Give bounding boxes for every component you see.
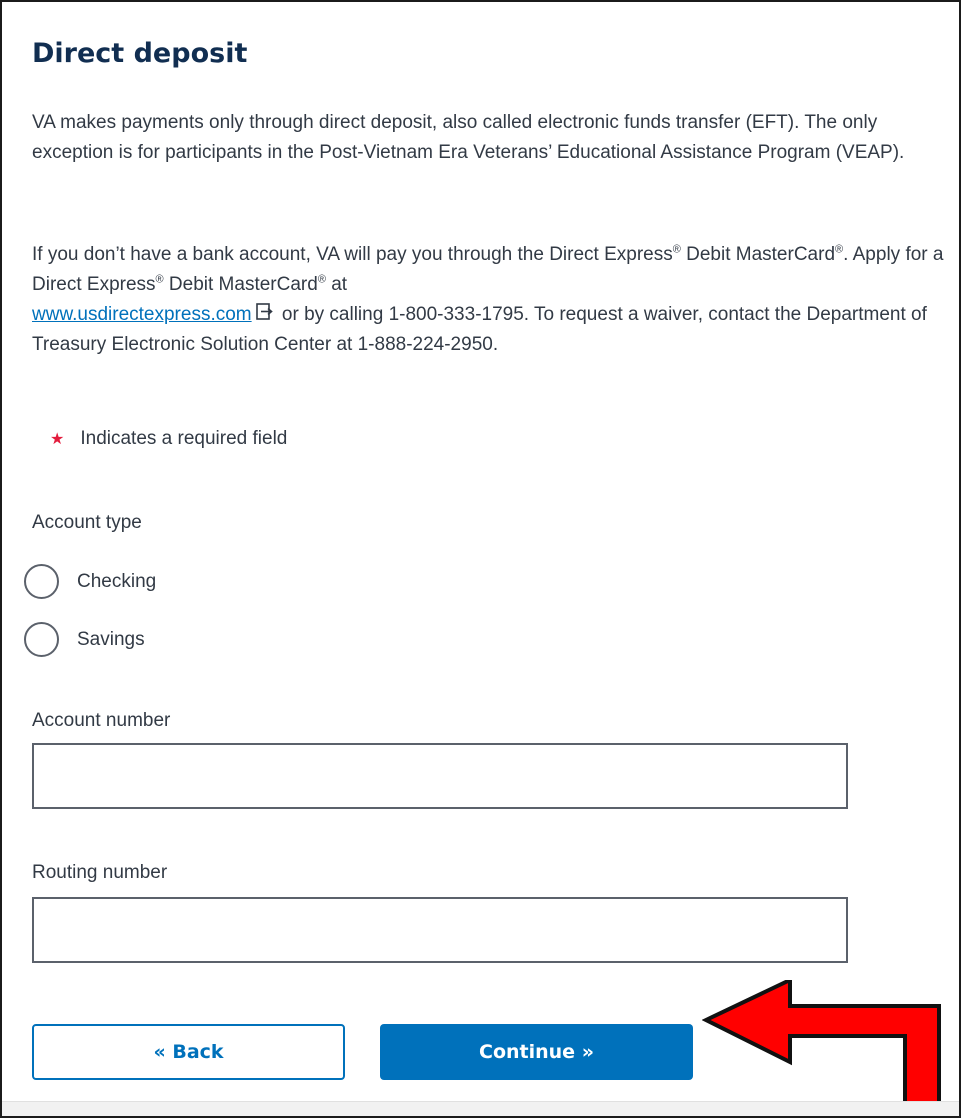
intro-text-1: If you don’t have a bank account, VA wil… bbox=[32, 244, 673, 265]
intro-text-2: Debit MasterCard bbox=[680, 244, 836, 265]
footer-strip bbox=[2, 1101, 959, 1116]
radio-button-checking[interactable] bbox=[24, 564, 59, 599]
registered-mark: ® bbox=[672, 243, 681, 256]
routing-number-input[interactable] bbox=[32, 897, 848, 963]
routing-number-label: Routing number bbox=[32, 862, 168, 883]
page-title: Direct deposit bbox=[32, 38, 248, 69]
required-note-text: Indicates a required field bbox=[80, 428, 288, 449]
required-star-icon: ★ bbox=[50, 431, 65, 448]
intro-paragraph-eft: VA makes payments only through direct de… bbox=[32, 112, 905, 163]
direct-deposit-panel: Direct deposit VA makes payments only th… bbox=[0, 0, 961, 1118]
usdirectexpress-link[interactable]: www.usdirectexpress.com bbox=[32, 304, 252, 325]
radio-option-savings[interactable]: Savings bbox=[24, 622, 145, 657]
intro-paragraph-direct-express: If you don’t have a bank account, VA wil… bbox=[32, 240, 952, 360]
continue-button[interactable]: Continue » bbox=[380, 1024, 693, 1080]
radio-option-checking[interactable]: Checking bbox=[24, 564, 156, 599]
registered-mark: ® bbox=[155, 273, 164, 286]
account-number-label: Account number bbox=[32, 710, 171, 731]
intro-text-4: Debit MasterCard bbox=[163, 274, 318, 295]
required-field-note: ★ Indicates a required field bbox=[50, 428, 287, 450]
back-button[interactable]: « Back bbox=[32, 1024, 345, 1080]
account-type-label: Account type bbox=[32, 512, 142, 533]
red-arrow-annotation bbox=[702, 980, 941, 1116]
registered-mark: ® bbox=[835, 243, 844, 256]
radio-label-savings[interactable]: Savings bbox=[77, 629, 145, 651]
intro-text-5: at bbox=[325, 274, 348, 295]
radio-button-savings[interactable] bbox=[24, 622, 59, 657]
external-link-icon bbox=[255, 300, 273, 330]
registered-mark: ® bbox=[317, 273, 326, 286]
radio-label-checking[interactable]: Checking bbox=[77, 571, 156, 593]
account-number-input[interactable] bbox=[32, 743, 848, 809]
